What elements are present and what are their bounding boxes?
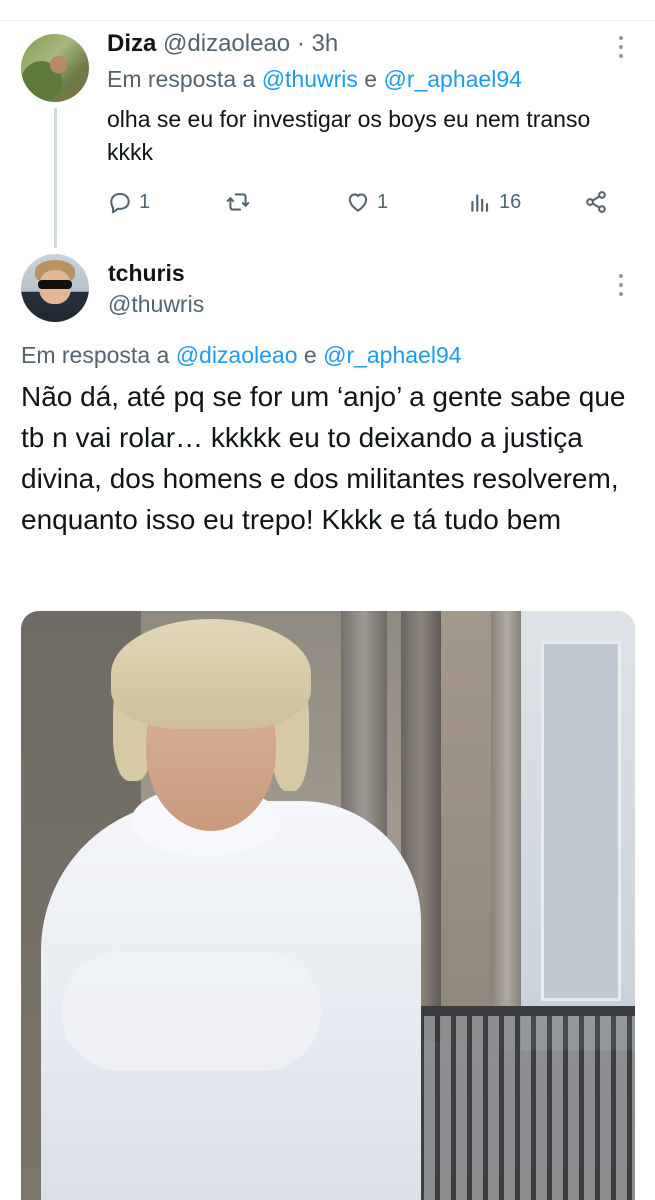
handle[interactable]: @thuwris xyxy=(108,291,204,318)
display-name[interactable]: tchuris xyxy=(108,260,185,287)
views-count: 16 xyxy=(499,190,522,213)
like-icon xyxy=(348,193,368,212)
mention-link[interactable]: @dizaoleao xyxy=(176,342,298,368)
tweet-text: Não dá, até pq se for um ‘anjo’ a gente … xyxy=(21,381,626,535)
retweet-button[interactable] xyxy=(225,186,257,218)
thread-line xyxy=(54,108,57,248)
timestamp[interactable]: 3h xyxy=(312,30,339,57)
views-button[interactable]: 16 xyxy=(467,186,521,218)
tweet-text: olha se eu for investigar os boys eu nem… xyxy=(107,106,591,165)
share-icon xyxy=(586,191,606,213)
reply-count: 1 xyxy=(139,190,151,213)
mention-link[interactable]: @thuwris xyxy=(262,66,358,92)
avatar-tchuris[interactable] xyxy=(21,254,89,322)
tweet-media-image[interactable] xyxy=(21,611,635,1200)
reply-icon xyxy=(110,192,130,214)
reply-prefix: Em resposta a xyxy=(21,342,170,368)
more-icon[interactable] xyxy=(616,36,626,58)
reply-joiner: e xyxy=(364,66,378,92)
views-icon xyxy=(471,194,489,212)
reply-prefix: Em resposta a xyxy=(107,66,256,92)
reply-joiner: e xyxy=(303,342,317,368)
top-divider xyxy=(0,20,655,21)
mention-link[interactable]: @r_aphael94 xyxy=(383,66,521,92)
tweet-header: Diza @dizaoleao · 3h xyxy=(107,30,338,58)
share-button[interactable] xyxy=(583,186,609,218)
action-bar: 1 1 16 xyxy=(107,186,617,218)
mention-link[interactable]: @r_aphael94 xyxy=(323,342,461,368)
avatar-diza[interactable] xyxy=(21,34,89,102)
display-name[interactable]: Diza xyxy=(107,30,156,57)
more-icon[interactable] xyxy=(616,274,626,296)
like-count: 1 xyxy=(377,190,389,213)
replying-to: Em resposta a @thuwris e @r_aphael94 xyxy=(107,66,522,93)
replying-to: Em resposta a @dizaoleao e @r_aphael94 xyxy=(21,342,462,369)
separator-dot: · xyxy=(296,30,305,57)
handle[interactable]: @dizaoleao xyxy=(163,30,290,57)
reply-button[interactable]: 1 xyxy=(107,186,150,218)
retweet-icon xyxy=(226,193,250,211)
like-button[interactable]: 1 xyxy=(345,186,388,218)
